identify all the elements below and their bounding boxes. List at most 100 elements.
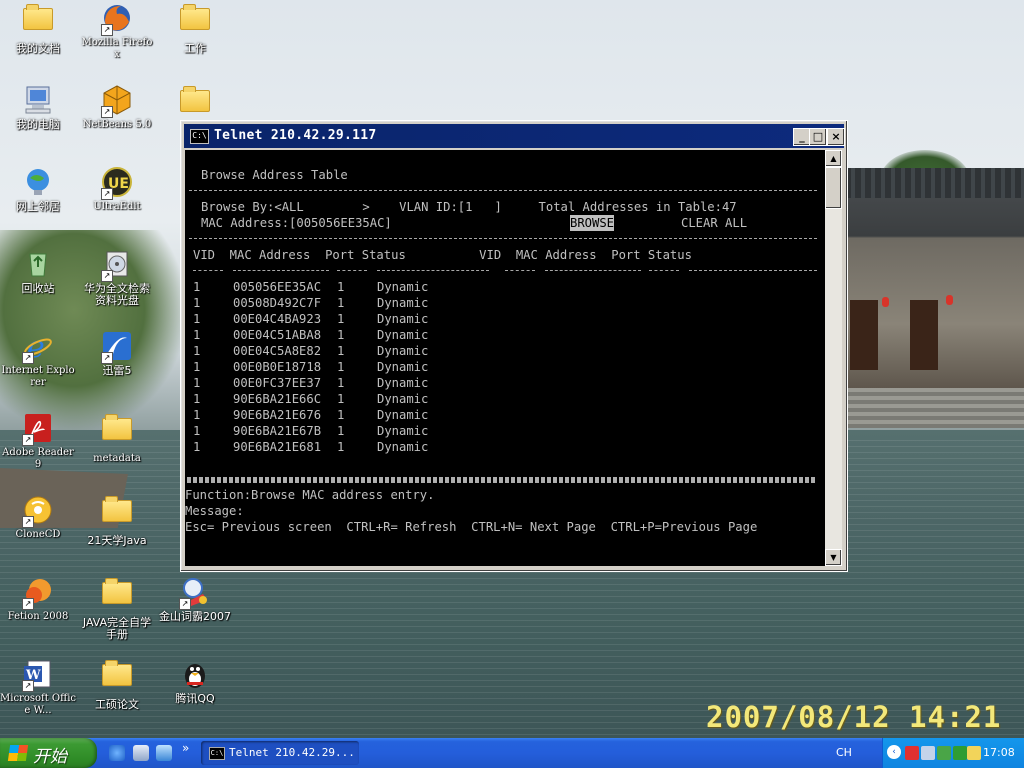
scroll-up-button[interactable]: ▲: [825, 150, 842, 167]
language-indicator[interactable]: CH: [836, 746, 852, 759]
my-computer-icon: [22, 84, 54, 116]
tray-app-icon[interactable]: [953, 746, 967, 760]
desktop-icon-qq[interactable]: 腾讯QQ: [157, 658, 233, 705]
cell-mac: 00508D492C7F: [233, 296, 322, 310]
desktop-icon-recycle-bin[interactable]: 回收站: [0, 248, 76, 295]
security-shield-icon[interactable]: [905, 746, 919, 760]
desktop-icon-my-computer[interactable]: 我的电脑: [0, 84, 76, 131]
desktop-icon-thesis[interactable]: 工硕论文: [79, 658, 155, 711]
cell-status: Dynamic: [377, 440, 429, 454]
start-button[interactable]: 开始: [0, 738, 97, 768]
cell-status: Dynamic: [377, 296, 429, 310]
desktop-icon-label: Microsoft Office W...: [0, 693, 76, 716]
desktop-icon-label: 我的电脑: [16, 118, 60, 131]
network-icon[interactable]: [921, 746, 935, 760]
header-underline: [193, 270, 223, 271]
quicklaunch-ie-icon[interactable]: [109, 745, 125, 761]
wallpaper-steps: [845, 388, 1024, 428]
desktop-icon-internet-explorer[interactable]: e ↗ Internet Explorer: [0, 330, 76, 389]
wallpaper-door: [850, 300, 878, 370]
desktop-icon-label: 我的文档: [16, 42, 60, 55]
cell-port: 1: [337, 360, 345, 374]
xunlei-icon: ↗: [101, 330, 133, 364]
cell-status: Dynamic: [377, 424, 429, 438]
desktop-icon-label: 回收站: [21, 282, 55, 295]
desktop-icon-fetion[interactable]: ↗ Fetion 2008: [0, 576, 76, 623]
folder-icon: [101, 578, 133, 614]
scroll-down-button[interactable]: ▼: [825, 549, 842, 566]
desktop-icon-my-documents[interactable]: 我的文档: [0, 2, 76, 55]
quicklaunch-desktop-icon[interactable]: [156, 745, 172, 761]
desktop-icon-label: 工硕论文: [95, 698, 139, 711]
tray-expand-icon[interactable]: ‹: [887, 745, 901, 759]
my-documents-icon: [22, 4, 54, 40]
desktop-icon-label: NetBeans 5.0: [82, 119, 152, 130]
cell-vid: 1: [193, 424, 201, 438]
fetion-icon: ↗: [22, 576, 54, 610]
tray-app-icon[interactable]: [937, 746, 951, 760]
browse-button[interactable]: BROWSE: [570, 215, 615, 231]
cell-port: 1: [337, 328, 345, 342]
cell-vid: 1: [193, 376, 201, 390]
cell-vid: 1: [193, 408, 201, 422]
desktop-icon-huawei-cd[interactable]: ↗ 华为全文检索资料光盘: [79, 248, 155, 307]
desktop-icon-metadata[interactable]: metadata: [79, 412, 155, 465]
cell-vid: 1: [193, 312, 201, 326]
desktop-icon-kingsoft-ciba[interactable]: ↗ 金山词霸2007: [157, 576, 233, 623]
scroll-thumb[interactable]: [825, 167, 842, 209]
cell-mac: 005056EE35AC: [233, 280, 322, 294]
desktop-icon-label: 网上邻居: [16, 200, 60, 213]
cell-status: Dynamic: [377, 408, 429, 422]
wallpaper-lantern: [946, 295, 953, 305]
recycle-bin-icon: [22, 248, 54, 280]
desktop-icon-label: 21天学Java: [87, 534, 147, 547]
telnet-window[interactable]: C:\ Telnet 210.42.29.117 _ □ × Browse Ad…: [180, 120, 848, 572]
mac-address-field[interactable]: MAC Address:[005056EE35AC]: [201, 215, 392, 231]
header-underline: [689, 270, 817, 271]
clonecd-icon: ↗: [22, 494, 54, 528]
desktop-icon-label: 华为全文检索资料光盘: [84, 282, 150, 307]
cell-mac: 00E04C51ABA8: [233, 328, 322, 342]
quicklaunch-media-icon[interactable]: [133, 745, 149, 761]
tray-warning-icon[interactable]: [967, 746, 981, 760]
clock[interactable]: 17:08: [983, 746, 1015, 759]
desktop-icon-netbeans[interactable]: ↗ NetBeans 5.0: [79, 84, 155, 131]
taskbar-item-label: Telnet 210.42.29...: [229, 746, 355, 759]
desktop-icon-ultraedit[interactable]: UE ↗ UltraEdit: [79, 166, 155, 213]
cell-vid: 1: [193, 344, 201, 358]
internet-explorer-icon: e ↗: [22, 330, 54, 365]
cell-status: Dynamic: [377, 312, 429, 326]
cell-port: 1: [337, 312, 345, 326]
cell-vid: 1: [193, 328, 201, 342]
start-label: 开始: [33, 747, 67, 767]
cell-mac: 90E6BA21E681: [233, 440, 322, 454]
console-app-icon: C:\: [209, 747, 225, 760]
desktop-icon-xunlei[interactable]: ↗ 迅雷5: [79, 330, 155, 377]
desktop-icon-network[interactable]: 网上邻居: [0, 166, 76, 213]
desktop-icon-adobe-reader[interactable]: ↗ Adobe Reader 9: [0, 412, 76, 471]
console-app-icon[interactable]: C:\: [190, 129, 209, 144]
desktop-icon-clonecd[interactable]: ↗ CloneCD: [0, 494, 76, 541]
vertical-scrollbar[interactable]: ▲ ▼: [825, 150, 842, 566]
qq-penguin-icon: [179, 658, 211, 690]
browse-by-line[interactable]: Browse By:<ALL > VLAN ID:[1 ] Total Addr…: [201, 199, 737, 215]
taskbar-item-telnet[interactable]: C:\ Telnet 210.42.29...: [201, 741, 359, 765]
desktop-icon-label: Fetion 2008: [7, 611, 69, 622]
desktop-icon-label: 金山词霸2007: [159, 610, 231, 623]
cell-mac: 00E0B0E18718: [233, 360, 322, 374]
desktop-icon-ms-word[interactable]: W ↗ Microsoft Office W...: [0, 658, 76, 717]
telnet-console[interactable]: Browse Address Table Browse By:<ALL > VL…: [185, 150, 825, 566]
clear-all-button[interactable]: CLEAR ALL: [681, 215, 747, 231]
desktop-icon-firefox[interactable]: ↗ Mozilla Firefox: [79, 2, 155, 61]
maximize-button[interactable]: □: [809, 128, 827, 146]
cell-mac: 00E04C4BA923: [233, 312, 322, 326]
window-titlebar[interactable]: C:\ Telnet 210.42.29.117 _ □ ×: [184, 124, 845, 148]
close-button[interactable]: ×: [827, 128, 845, 146]
desktop-icon-21days-java[interactable]: 21天学Java: [79, 494, 155, 547]
cell-port: 1: [337, 280, 345, 294]
cell-status: Dynamic: [377, 280, 429, 294]
quicklaunch-more[interactable]: »: [182, 741, 189, 755]
desktop-icon-work[interactable]: 工作: [157, 2, 233, 55]
desktop-icon-java-manual[interactable]: JAVA完全自学手册: [79, 576, 155, 641]
header-underline: [233, 270, 329, 271]
